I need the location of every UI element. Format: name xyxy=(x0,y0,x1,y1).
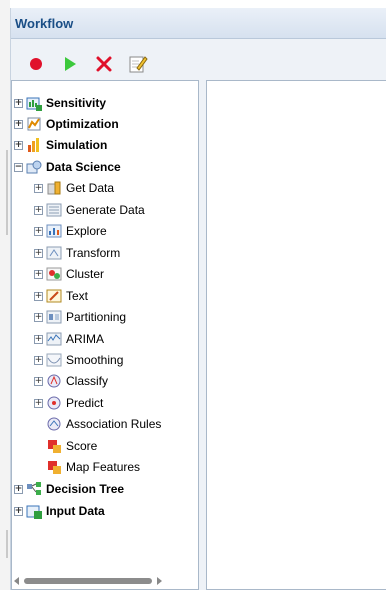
tree-item-label: Get Data xyxy=(66,181,115,195)
map-features-icon xyxy=(46,459,62,475)
expand-icon[interactable]: + xyxy=(34,334,43,344)
red-x-icon xyxy=(96,56,112,72)
arima-icon xyxy=(46,331,62,347)
tree-item-label: Cluster xyxy=(66,267,105,281)
tree-item-label: Map Features xyxy=(66,460,141,474)
tree-item-classify[interactable]: + Classify xyxy=(34,371,108,391)
tree-item-label: Score xyxy=(66,439,98,453)
classify-icon xyxy=(46,373,62,389)
tree-item-text[interactable]: + Text xyxy=(34,286,88,306)
score-icon xyxy=(46,438,62,454)
text-icon xyxy=(46,288,62,304)
workflow-panel: Workflow + Sensitivity + Optimization + Simul… xyxy=(10,8,386,590)
smoothing-icon xyxy=(46,352,62,368)
tree-item-label: Sensitivity xyxy=(46,96,107,110)
get-data-icon xyxy=(46,180,62,196)
panel-title: Workflow xyxy=(15,15,74,31)
tree-item-label: Optimization xyxy=(46,117,119,131)
predict-icon xyxy=(46,395,62,411)
expand-icon[interactable]: + xyxy=(34,312,43,322)
expand-icon[interactable]: + xyxy=(34,355,43,365)
left-window-edge xyxy=(0,0,10,590)
workflow-tree: + Sensitivity + Optimization + Simulation − Dat… xyxy=(11,80,199,590)
tree-item-smoothing[interactable]: + Smoothing xyxy=(34,350,123,370)
record-button[interactable] xyxy=(25,53,47,75)
expand-icon[interactable]: + xyxy=(34,269,43,279)
toolbar xyxy=(11,48,386,80)
scrollbar-thumb[interactable] xyxy=(24,578,152,584)
tree-item-label: ARIMA xyxy=(66,332,105,346)
tree-item-predict[interactable]: + Predict xyxy=(34,393,103,413)
tree-item-data-science[interactable]: − Data Science xyxy=(14,157,121,177)
tree-item-partitioning[interactable]: + Partitioning xyxy=(34,307,126,327)
expand-icon[interactable]: + xyxy=(34,291,43,301)
generate-data-icon xyxy=(46,202,62,218)
tree-item-label: Generate Data xyxy=(66,203,145,217)
expand-icon[interactable]: + xyxy=(14,484,23,494)
collapse-icon[interactable]: − xyxy=(14,162,23,172)
red-dot-icon xyxy=(30,58,42,70)
green-play-icon xyxy=(65,57,76,71)
tree-item-cluster[interactable]: + Cluster xyxy=(34,264,104,284)
edge-mark xyxy=(6,150,8,235)
tree-item-explore[interactable]: + Explore xyxy=(34,221,107,241)
expand-icon[interactable]: + xyxy=(34,205,43,215)
expand-icon[interactable]: + xyxy=(14,140,23,150)
tree-item-simulation[interactable]: + Simulation xyxy=(14,135,107,155)
transform-icon xyxy=(46,245,62,261)
panel-title-bar: Workflow xyxy=(11,8,386,39)
tree-item-label: Partitioning xyxy=(66,310,127,324)
tree-item-label: Predict xyxy=(66,396,104,410)
scroll-right-icon[interactable] xyxy=(157,577,162,585)
expand-icon[interactable]: + xyxy=(14,119,23,129)
optimization-icon xyxy=(26,116,42,132)
tree-item-label: Data Science xyxy=(46,160,121,174)
expand-icon[interactable]: + xyxy=(34,398,43,408)
input-data-icon xyxy=(26,503,42,519)
tree-item-arima[interactable]: + ARIMA xyxy=(34,329,104,349)
tree-item-input-data[interactable]: + Input Data xyxy=(14,501,105,521)
tree-item-score[interactable]: Score xyxy=(34,436,97,456)
delete-button[interactable] xyxy=(93,53,115,75)
partitioning-icon xyxy=(46,309,62,325)
expand-icon[interactable]: + xyxy=(34,248,43,258)
association-rules-icon xyxy=(46,416,62,432)
tree-item-sensitivity[interactable]: + Sensitivity xyxy=(14,93,106,113)
tree-item-label: Input Data xyxy=(46,504,105,518)
tree-item-label: Transform xyxy=(66,246,121,260)
tree-item-label: Decision Tree xyxy=(46,482,125,496)
explore-icon xyxy=(46,223,62,239)
cluster-icon xyxy=(46,266,62,282)
tree-item-map-features[interactable]: Map Features xyxy=(34,457,140,477)
expand-icon[interactable]: + xyxy=(14,98,23,108)
tree-item-label: Text xyxy=(66,289,89,303)
tree-item-optimization[interactable]: + Optimization xyxy=(14,114,119,134)
expand-icon[interactable]: + xyxy=(14,506,23,516)
edit-button[interactable] xyxy=(127,53,149,75)
tree-item-label: Smoothing xyxy=(66,353,124,367)
sensitivity-icon xyxy=(26,95,42,111)
tree-item-label: Association Rules xyxy=(66,417,162,431)
data-science-icon xyxy=(26,159,42,175)
tree-item-label: Classify xyxy=(66,374,109,388)
edge-mark xyxy=(6,530,8,558)
tree-item-association-rules[interactable]: Association Rules xyxy=(34,414,161,434)
expand-icon[interactable]: + xyxy=(34,226,43,236)
workflow-canvas[interactable] xyxy=(206,80,386,590)
decision-tree-icon xyxy=(26,481,42,497)
tree-item-label: Explore xyxy=(66,224,107,238)
tree-item-generate-data[interactable]: + Generate Data xyxy=(34,200,145,220)
horizontal-scrollbar[interactable] xyxy=(14,576,196,586)
tree-item-transform[interactable]: + Transform xyxy=(34,243,120,263)
expand-icon[interactable]: + xyxy=(34,376,43,386)
expand-icon[interactable]: + xyxy=(34,183,43,193)
simulation-icon xyxy=(26,137,42,153)
run-button[interactable] xyxy=(59,53,81,75)
tree-item-get-data[interactable]: + Get Data xyxy=(34,178,114,198)
scroll-left-icon[interactable] xyxy=(14,577,19,585)
tree-item-decision-tree[interactable]: + Decision Tree xyxy=(14,479,124,499)
tree-item-label: Simulation xyxy=(46,138,108,152)
pencil-notepad-icon xyxy=(129,56,148,73)
